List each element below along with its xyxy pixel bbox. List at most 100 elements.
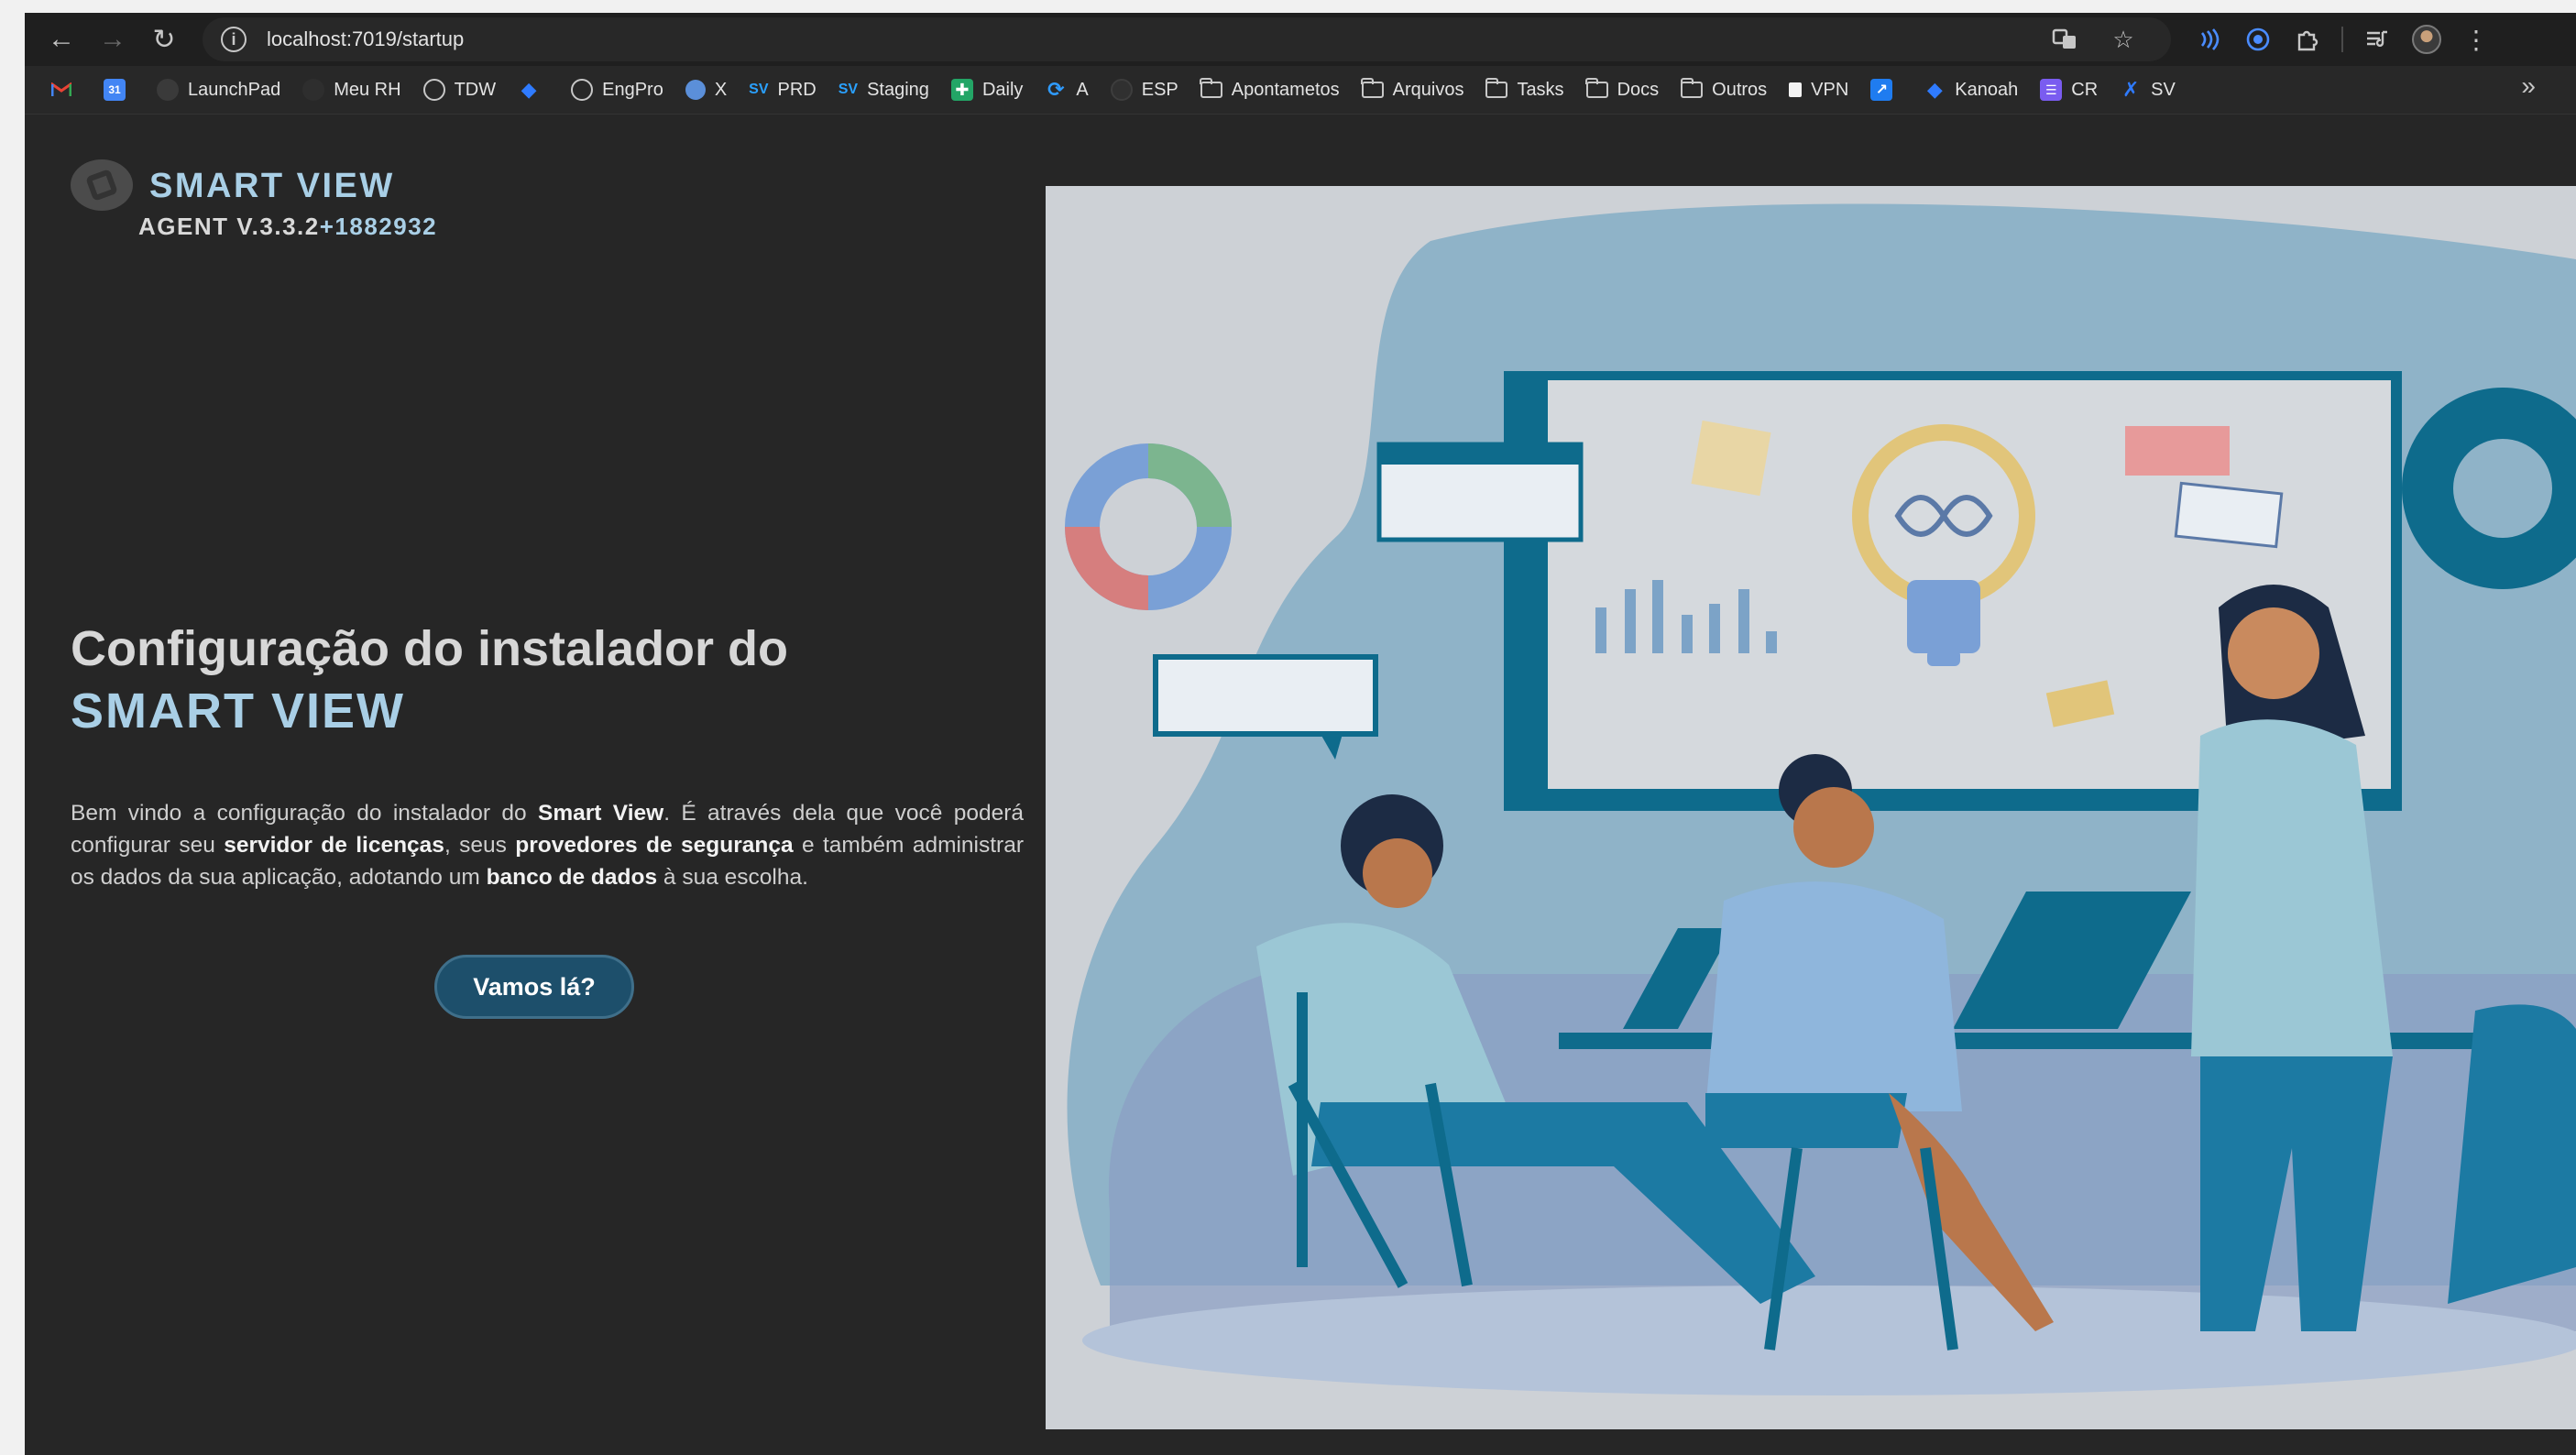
forward-button[interactable]: → xyxy=(87,13,138,66)
bookmark-label: ESP xyxy=(1141,79,1178,100)
sheet-icon: ✚ xyxy=(950,79,973,101)
bookmark-cr[interactable]: ☰ CR xyxy=(2031,71,2107,108)
bookmark-tdw[interactable]: TDW xyxy=(414,71,506,108)
browser-window: ← → ↻ i localhost:7019/startup ☆ ⋮ 31 La… xyxy=(25,13,2576,1455)
bookmark-gmail[interactable] xyxy=(41,71,91,108)
esp-icon xyxy=(1110,79,1133,101)
diamond-icon: ◆ xyxy=(521,78,537,101)
sv-logo-icon: SV xyxy=(749,82,769,97)
extension-wave-icon[interactable] xyxy=(2184,13,2233,66)
arrow-right-icon: → xyxy=(99,24,126,54)
media-playlist-icon[interactable] xyxy=(2352,13,2402,66)
list-icon: ☰ xyxy=(2040,79,2063,101)
extension-target-icon[interactable] xyxy=(2233,13,2283,66)
intro-emphasis: provedores de segurança xyxy=(515,833,794,858)
bookmark-label: Staging xyxy=(867,79,929,100)
bookmark-label: Docs xyxy=(1617,79,1660,100)
reload-button[interactable]: ↻ xyxy=(138,13,190,66)
intro-emphasis: servidor de licenças xyxy=(224,833,444,858)
url-text[interactable]: localhost:7019/startup xyxy=(267,27,464,51)
brand-logo-icon xyxy=(71,159,133,211)
bookmark-meu-rh[interactable]: Meu RH xyxy=(293,71,410,108)
back-button[interactable]: ← xyxy=(36,13,87,66)
start-button[interactable]: Vamos lá? xyxy=(434,955,634,1019)
extensions-puzzle-icon[interactable] xyxy=(2283,13,2332,66)
bookmark-label: VPN xyxy=(1811,79,1849,100)
meurh-icon xyxy=(302,79,325,101)
toolbar-divider xyxy=(2341,27,2343,52)
page-title-line1: Configuração do instalador do xyxy=(71,621,789,676)
globe-icon xyxy=(685,80,706,100)
version-build: +1882932 xyxy=(319,213,438,240)
intro-text: à sua escolha. xyxy=(657,865,808,890)
bookmark-kanoah[interactable]: ◆ Kanoah xyxy=(1914,71,2027,108)
bookmark-label: TDW xyxy=(454,79,497,100)
intro-paragraph: Bem vindo a configuração do instalador d… xyxy=(71,797,1024,893)
arrow-left-icon: ← xyxy=(48,24,75,54)
reload-icon: ↻ xyxy=(152,24,176,55)
bookmark-calendar[interactable]: 31 xyxy=(94,71,144,108)
globe-icon xyxy=(422,79,445,101)
team-meeting-illustration xyxy=(1046,186,2576,1429)
bookmark-folder-outros[interactable]: Outros xyxy=(1672,71,1776,108)
confluence-icon: ✗ xyxy=(2121,78,2140,101)
bookmark-prd[interactable]: SV PRD xyxy=(740,71,826,108)
intro-emphasis: Smart View xyxy=(538,801,664,826)
launchpad-icon xyxy=(157,79,179,101)
bookmark-esp[interactable]: ESP xyxy=(1102,71,1188,108)
avatar xyxy=(2412,25,2441,54)
folder-icon xyxy=(1680,78,1704,98)
site-info-icon[interactable]: i xyxy=(221,27,247,52)
bookmark-jira[interactable]: ↗ xyxy=(1861,71,1911,108)
bookmark-a[interactable]: ⟳ A xyxy=(1036,71,1097,108)
bookmark-x[interactable]: X xyxy=(676,71,736,108)
bookmark-label: Kanoah xyxy=(1955,79,2019,100)
bookmark-diamond[interactable]: ◆ xyxy=(509,71,558,108)
calendar-icon: 31 xyxy=(104,79,126,101)
bookmark-label: LaunchPad xyxy=(188,79,281,100)
bookmark-sv[interactable]: ✗ SV xyxy=(2110,71,2185,108)
bookmark-label: Daily xyxy=(981,79,1024,100)
bookmark-vpn[interactable]: VPN xyxy=(1780,71,1858,108)
bookmark-label: Apontametos xyxy=(1231,79,1340,100)
bookmark-staging[interactable]: SV Staging xyxy=(829,71,938,108)
bookmark-launchpad[interactable]: LaunchPad xyxy=(148,71,290,108)
bookmark-label: Meu RH xyxy=(334,79,401,100)
bookmark-star-icon[interactable]: ☆ xyxy=(2110,26,2136,53)
browser-menu-button[interactable]: ⋮ xyxy=(2451,13,2501,66)
folder-icon xyxy=(1361,78,1384,98)
gmail-icon xyxy=(50,79,72,101)
bookmark-folder-tasks[interactable]: Tasks xyxy=(1476,71,1573,108)
translate-icon[interactable] xyxy=(2052,27,2077,52)
more-vertical-icon: ⋮ xyxy=(2463,25,2489,54)
intro-text: , seus xyxy=(444,833,516,858)
bookmark-label: A xyxy=(1076,79,1089,100)
bookmark-label: X xyxy=(714,79,728,100)
bookmark-engpro[interactable]: EngPro xyxy=(562,71,673,108)
bookmark-label: PRD xyxy=(777,79,817,100)
bookmarks-bar: 31 LaunchPad Meu RH TDW ◆ EngPro X SV PR… xyxy=(25,66,2576,115)
bookmark-label: SV xyxy=(2151,79,2176,100)
agent-version: AGENT V.3.3.2+1882932 xyxy=(138,213,437,241)
jira-icon: ↗ xyxy=(1870,79,1893,101)
folder-icon xyxy=(1585,78,1608,98)
bookmark-folder-docs[interactable]: Docs xyxy=(1577,71,1669,108)
bookmark-label: Tasks xyxy=(1517,79,1564,100)
bookmark-folder-arquivos[interactable]: Arquivos xyxy=(1353,71,1474,108)
double-chevron-right-icon: » xyxy=(2521,71,2536,100)
bookmark-label: CR xyxy=(2071,79,2099,100)
folder-icon xyxy=(1200,78,1222,98)
page-title-product: SMART VIEW xyxy=(71,684,405,738)
address-bar[interactable]: i localhost:7019/startup ☆ xyxy=(203,17,2171,61)
globe-icon xyxy=(571,79,594,101)
bookmark-label: Outros xyxy=(1712,79,1768,100)
intro-emphasis: banco de dados xyxy=(486,865,658,890)
intro-text: Bem vindo a configuração do instalador d… xyxy=(71,801,539,826)
page-title: Configuração do instalador do SMART VIEW xyxy=(71,618,1024,742)
profile-button[interactable] xyxy=(2402,13,2451,66)
bookmark-daily[interactable]: ✚ Daily xyxy=(942,71,1032,108)
bookmark-label: Arquivos xyxy=(1392,79,1464,100)
bookmarks-overflow-button[interactable]: » xyxy=(2521,71,2536,101)
brand-name: SMART VIEW xyxy=(149,167,395,205)
bookmark-folder-apontametos[interactable]: Apontametos xyxy=(1191,71,1349,108)
